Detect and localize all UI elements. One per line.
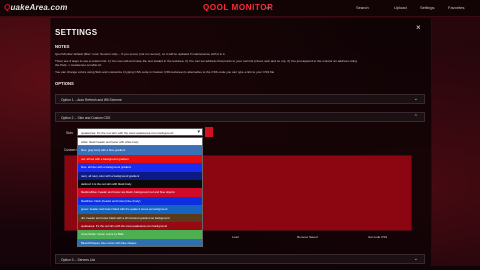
skin-option[interactable]: white: black header and footer with whit… — [78, 138, 202, 147]
site-logo[interactable]: QuakeArea.com — [4, 3, 68, 12]
note-3: the Help -> localserver.com/list.txt — [55, 63, 102, 67]
skin-option[interactable]: blackblue: black (header and footer) blu… — [78, 196, 202, 206]
skin-label: Skin: — [66, 131, 74, 135]
skin-select[interactable]: quakearea: It's the red skin with the ww… — [77, 128, 203, 136]
skin-dropdown-list[interactable]: white: black header and footer with whit… — [77, 137, 203, 247]
nav-favorites[interactable]: Favorites — [448, 5, 464, 10]
skin-option[interactable]: quakearea: It's the red skin with the ww… — [78, 221, 202, 231]
skin-option[interactable]: blue: all blue with a background gradien… — [78, 163, 202, 172]
option-2-label: Option 2 -- Skin and Custom CSS — [61, 115, 111, 120]
skin-option[interactable]: red: all red with a background gradient — [78, 154, 202, 164]
settings-title: SETTINGS — [55, 28, 98, 37]
page-bottom-strip — [0, 266, 480, 270]
skin-option[interactable]: green: header and footer black with the … — [78, 205, 202, 214]
logo-text: uakeArea.com — [10, 3, 68, 12]
note-1: Qool Monitor default (filter: mod, Serve… — [55, 52, 226, 56]
skin-option[interactable]: BlueishShapes: blue colors with blue sha… — [78, 238, 202, 246]
note-4: You can change colors using Skin and cus… — [55, 70, 275, 74]
app-version: v2 — [266, 6, 270, 10]
skin-color-swatch — [205, 127, 213, 137]
option-3-label: Option 3 -- Servers List — [61, 257, 95, 262]
top-bar: QuakeArea.com QOOL MONITOR v2 Search Upl… — [0, 0, 480, 17]
nav-settings[interactable]: Settings — [420, 5, 434, 10]
app-title: QOOL MONITOR — [203, 3, 274, 12]
skin-option[interactable]: GreenScale: Green colors by Blatt — [78, 230, 202, 239]
notes-heading: NOTES — [55, 44, 70, 49]
remove-saved-button[interactable]: Remove Saved — [297, 235, 318, 239]
skin-option[interactable]: dirt: header and footer black with a dir… — [78, 213, 202, 222]
chevron-down-icon: ⌄ — [413, 96, 418, 102]
options-heading: OPTIONS — [55, 81, 74, 86]
nav-search[interactable]: Search — [356, 5, 369, 10]
get-code-css-button[interactable]: Get code CSS — [368, 235, 387, 239]
chevron-up-icon: ⌃ — [413, 114, 418, 120]
load-button[interactable]: Load — [232, 235, 239, 239]
chevron-down-icon: ⌄ — [413, 256, 418, 262]
skin-option[interactable]: blue: gray body with a blue gradient — [78, 145, 202, 156]
chevron-down-icon: ▾ — [197, 129, 200, 135]
nav-upload[interactable]: Upload — [394, 5, 407, 10]
option-3-accordion[interactable]: Option 3 -- Servers List ⌄ — [55, 254, 425, 264]
option-1-accordion[interactable]: Option 1 -- Auto Refresh and Wfi Scheme … — [55, 94, 425, 104]
skin-option[interactable]: blackredblue: header and footer are blac… — [78, 188, 202, 197]
option-2-accordion[interactable]: Option 2 -- Skin and Custom CSS ⌃ — [55, 112, 425, 122]
skin-option[interactable]: darkred: it is the red skin with black b… — [78, 179, 202, 189]
option-1-label: Option 1 -- Auto Refresh and Wfi Scheme — [61, 97, 122, 102]
close-button[interactable]: × — [416, 23, 421, 32]
skin-select-value: quakearea: It's the red skin with the ww… — [81, 130, 174, 135]
skin-option[interactable]: navy: all navy color with a background g… — [78, 171, 202, 180]
